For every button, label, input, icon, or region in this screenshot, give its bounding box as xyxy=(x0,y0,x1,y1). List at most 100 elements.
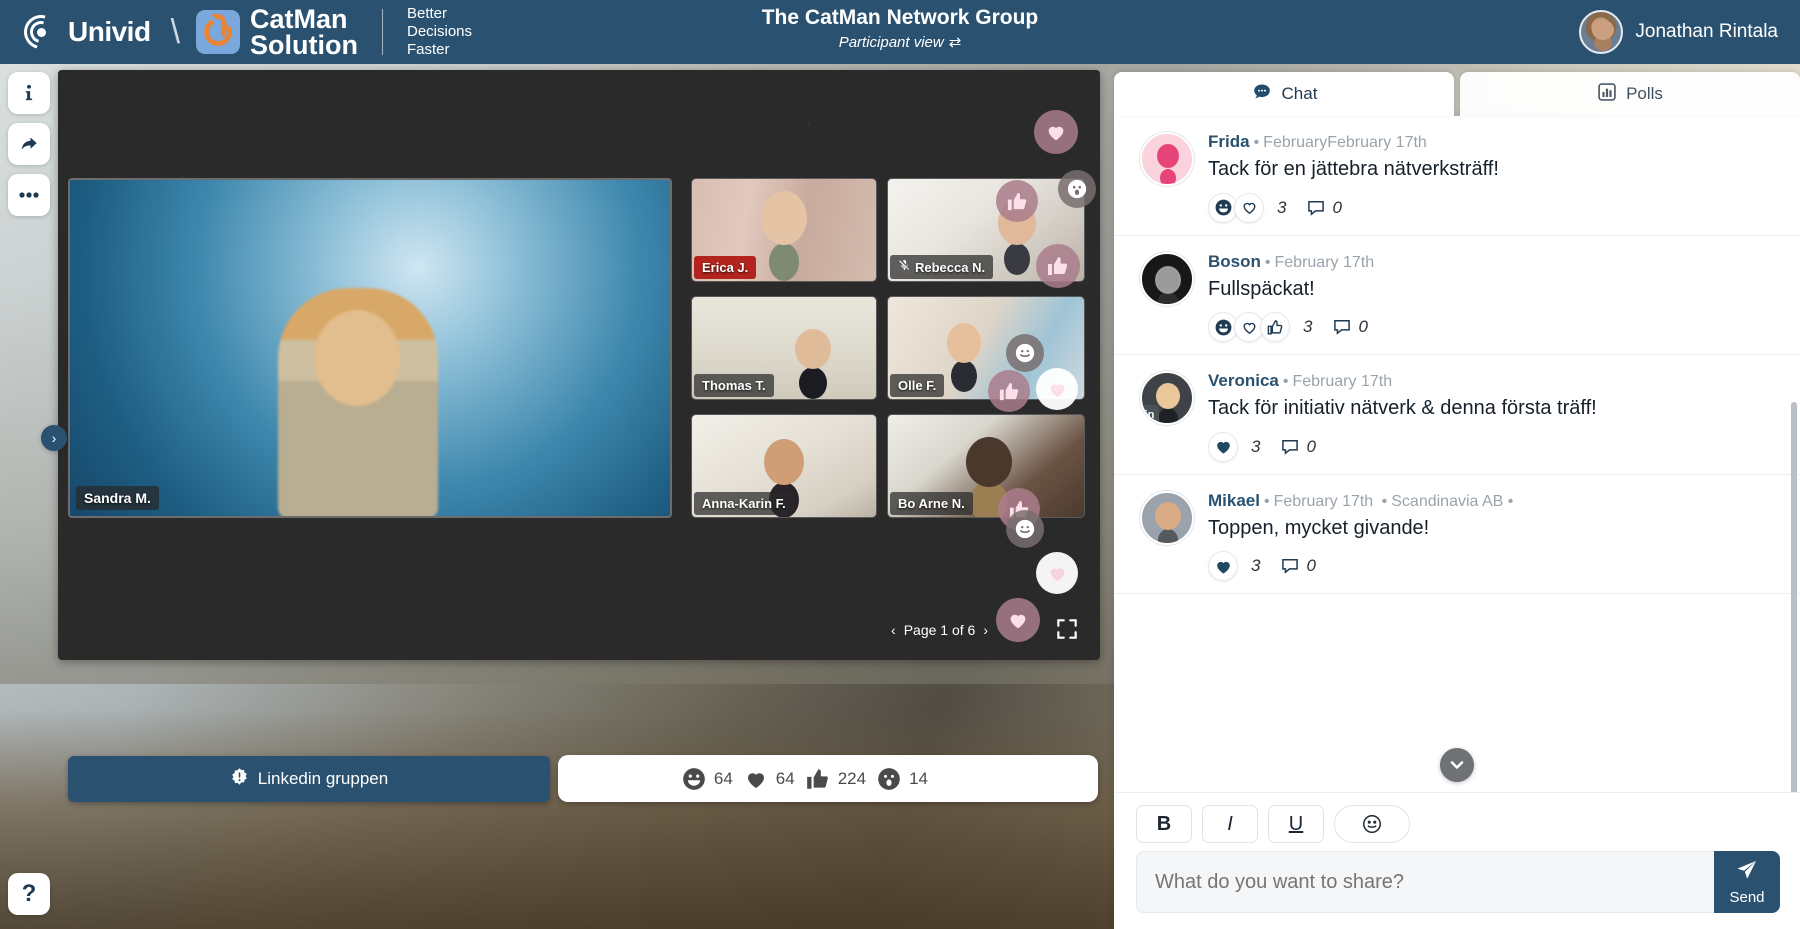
univid-logo[interactable]: Univid xyxy=(17,8,151,56)
fullscreen-icon[interactable] xyxy=(1054,616,1082,644)
participant-name-label: Anna-Karin F. xyxy=(694,492,794,515)
chat-scrollbar[interactable] xyxy=(1791,402,1797,792)
underline-button[interactable]: U xyxy=(1268,805,1324,843)
italic-button[interactable]: I xyxy=(1202,805,1258,843)
avatar xyxy=(1579,10,1624,54)
tab-chat[interactable]: Chat xyxy=(1114,72,1454,116)
message-input-row: Send xyxy=(1136,851,1780,913)
message-comments[interactable]: 0 xyxy=(1279,556,1316,576)
message-reactions: 3 0 xyxy=(1208,312,1772,343)
catman-line-2: Solution xyxy=(250,29,358,60)
reaction-count: 64 xyxy=(713,768,733,788)
linkedin-group-button[interactable]: Linkedin gruppen xyxy=(68,756,550,802)
floating-thumbs-up-reaction xyxy=(1036,244,1080,288)
heart-filled-icon[interactable] xyxy=(1208,431,1238,462)
message-text: Toppen, mycket givande! xyxy=(1208,516,1430,539)
floating-thumbs-up-reaction xyxy=(996,180,1038,222)
reaction-thumbs-up[interactable]: 224 xyxy=(805,766,866,792)
floating-heart-reaction xyxy=(1034,110,1078,154)
heart-icon[interactable] xyxy=(1234,192,1264,223)
heart-filled-icon[interactable] xyxy=(1208,551,1238,582)
more-options-icon[interactable] xyxy=(8,174,50,216)
bold-button[interactable]: B xyxy=(1136,805,1192,843)
bar-chart-icon xyxy=(1597,82,1617,107)
page-indicator: Page 1 of 6 xyxy=(903,622,976,638)
message-timestamp: February 17th xyxy=(1274,253,1375,271)
next-page-button[interactable]: › xyxy=(983,622,988,638)
tab-polls[interactable]: Polls xyxy=(1460,72,1800,116)
message-timestamp: FebruaryFebruary 17th xyxy=(1263,134,1427,151)
help-button[interactable]: ? xyxy=(8,873,50,915)
user-name: Jonathan Rintala xyxy=(1635,21,1778,42)
message-composer: B I U Send xyxy=(1114,792,1800,929)
message-text: Tack för en jättebra nätverksträff! xyxy=(1208,158,1499,180)
floating-thumbs-up-reaction xyxy=(988,370,1030,412)
stage-pagination: ‹ Page 1 of 6 › xyxy=(891,622,988,638)
message-meta: Mikael • February 17th • Scandinavia AB • xyxy=(1208,490,1514,510)
message-author: Frida xyxy=(1208,132,1250,151)
message-comments[interactable]: 0 xyxy=(1331,317,1368,337)
reaction-count: 3 xyxy=(1251,436,1261,456)
floating-heart-reaction xyxy=(1036,552,1078,594)
reaction-heart[interactable]: 64 xyxy=(743,767,795,791)
tab-chat-label: Chat xyxy=(1281,84,1318,103)
chat-message: Mikael • February 17th • Scandinavia AB • T… xyxy=(1114,475,1800,595)
participant-tile-erica[interactable]: Erica J. xyxy=(691,178,877,282)
comment-count: 0 xyxy=(1332,197,1342,217)
message-text: Fullspäckat! xyxy=(1208,277,1315,300)
participant-name-label: Rebecca N. xyxy=(890,255,994,279)
participant-tile-bo-arne[interactable]: Bo Arne N. xyxy=(887,414,1085,518)
user-menu[interactable]: Jonathan Rintala xyxy=(1579,10,1778,54)
message-reactions: 3 0 xyxy=(1208,431,1772,462)
reaction-laugh[interactable]: 64 xyxy=(681,766,733,792)
info-icon[interactable] xyxy=(8,72,50,114)
linkedin-badge-icon: in xyxy=(1142,405,1159,424)
view-mode-label: Participant view xyxy=(838,34,944,51)
linkedin-group-label: Linkedin gruppen xyxy=(257,769,389,788)
message-text: Tack för initiativ nätverk & denna först… xyxy=(1208,397,1597,420)
message-author: Boson xyxy=(1208,251,1261,271)
message-comments[interactable]: 0 xyxy=(1279,437,1316,457)
floating-smiley-reaction xyxy=(1006,510,1044,548)
expand-sidebar-button[interactable]: › xyxy=(41,425,67,451)
reaction-count: 3 xyxy=(1303,317,1313,337)
participant-name-label: Thomas T. xyxy=(694,374,774,397)
search-input[interactable] xyxy=(1136,851,1714,913)
mic-muted-icon xyxy=(898,259,911,275)
main-speaker-tile[interactable]: Sandra M. xyxy=(68,178,672,518)
univid-mark-icon xyxy=(17,8,65,56)
comment-count: 0 xyxy=(1358,317,1368,337)
univid-wordmark: Univid xyxy=(68,16,151,47)
reaction-count: 3 xyxy=(1251,556,1261,576)
send-button[interactable]: Send xyxy=(1714,851,1780,913)
participant-tile-thomas[interactable]: Thomas T. xyxy=(691,296,877,400)
smiley-icon[interactable] xyxy=(1334,805,1410,843)
prev-page-button[interactable]: ‹ xyxy=(891,622,896,638)
floating-smiley-reaction xyxy=(1006,334,1044,372)
chevron-down-icon[interactable] xyxy=(1440,748,1474,782)
message-timestamp: February 17th xyxy=(1292,373,1393,391)
catman-line-1: CatMan xyxy=(250,3,348,34)
message-comments[interactable]: 0 xyxy=(1305,197,1342,218)
share-icon[interactable] xyxy=(8,123,50,165)
message-reactions: 3 0 xyxy=(1208,551,1772,582)
participant-tile-anna-karin[interactable]: Anna-Karin F. xyxy=(691,414,877,518)
avatar xyxy=(1140,132,1194,186)
participant-name-label: Erica J. xyxy=(694,256,757,279)
reaction-bar: 64 64 224 14 xyxy=(558,755,1098,802)
video-feed xyxy=(795,329,832,369)
video-feed xyxy=(761,191,807,245)
tab-polls-label: Polls xyxy=(1626,84,1663,103)
view-mode-toggle[interactable]: Participant view ⇄ xyxy=(839,33,962,51)
catman-divider xyxy=(382,8,383,55)
top-bar: Univid \ CatMan Solution Better Decision… xyxy=(0,0,1800,64)
message-author: Veronica xyxy=(1208,371,1279,391)
message-timestamp: February 17th xyxy=(1273,492,1374,510)
message-author: Mikael xyxy=(1208,490,1260,510)
chat-message-list[interactable]: Frida • FebruaryFebruary 17th Tack för en … xyxy=(1114,116,1800,792)
thumbs-up-icon[interactable] xyxy=(1260,312,1290,343)
alert-badge-icon xyxy=(230,767,249,791)
video-feed xyxy=(966,437,1013,487)
left-rail xyxy=(8,72,50,225)
reaction-surprised[interactable]: 14 xyxy=(876,766,928,792)
